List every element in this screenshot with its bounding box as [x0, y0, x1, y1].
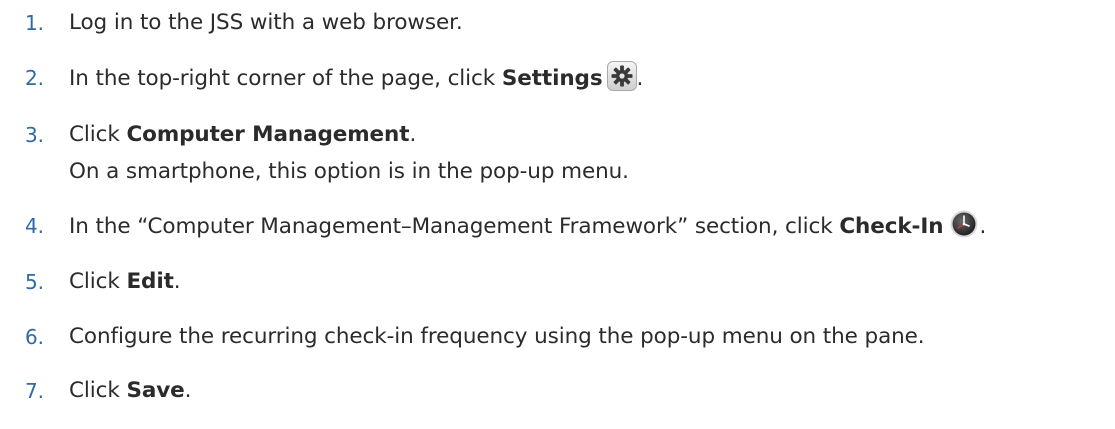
clock-icon	[949, 209, 979, 239]
step-number: 4.	[25, 214, 44, 238]
step-number: 6.	[25, 325, 44, 349]
check-in-label: Check-In	[839, 214, 944, 239]
edit-label: Edit	[126, 269, 174, 294]
settings-label: Settings	[501, 66, 603, 91]
step-text: Click Save.	[69, 378, 192, 403]
gear-icon	[606, 61, 637, 91]
step-text: In the top-right corner of the page, cli…	[69, 61, 643, 94]
step-text: Click Edit.	[69, 269, 181, 294]
step-text: In the “Computer Management–Management F…	[69, 209, 986, 242]
save-label: Save	[126, 378, 185, 403]
step-number: 5.	[25, 270, 44, 294]
instruction-list: 1. Log in to the JSS with a web browser.…	[0, 0, 1115, 429]
step-text: Configure the recurring check-in frequen…	[69, 324, 925, 349]
step-text: Log in to the JSS with a web browser.	[69, 10, 463, 35]
step-3-note: On a smartphone, this option is in the p…	[69, 159, 629, 184]
step-number: 2.	[25, 66, 44, 90]
step-number: 3.	[25, 123, 44, 147]
computer-management-label: Computer Management	[126, 122, 410, 147]
step-number: 1.	[25, 11, 44, 35]
step-number: 7.	[25, 379, 44, 403]
step-text: Click Computer Management.	[69, 122, 417, 147]
